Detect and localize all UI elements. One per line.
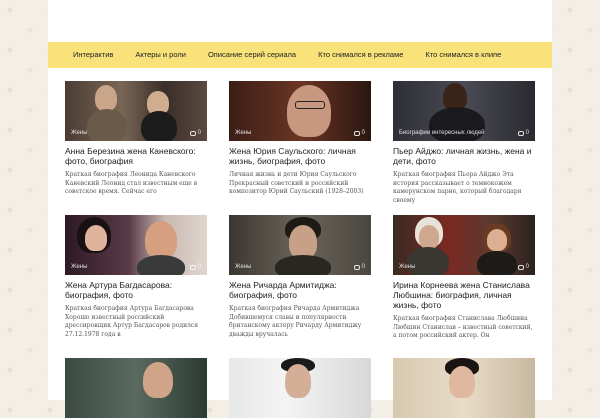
photo-body [137, 255, 185, 275]
photo-face [289, 225, 317, 259]
comment-icon [353, 264, 360, 270]
main-nav: Интерактив Актеры и роли Описание серий … [48, 42, 552, 68]
nav-item-actors-roles[interactable]: Актеры и роли [124, 42, 197, 68]
photo-face [85, 225, 107, 251]
article-card[interactable]: Биографии интересных людей 0 Пьер Айджо:… [393, 81, 535, 205]
photo-face [287, 85, 331, 137]
article-thumbnail[interactable] [393, 358, 535, 418]
comment-icon [353, 130, 360, 136]
photo-body [477, 251, 517, 275]
article-thumbnail[interactable]: Биографии интересных людей 0 [393, 81, 535, 141]
article-title[interactable]: Жена Ричарда Армитиджа: биография, фото [229, 280, 371, 300]
article-thumbnail[interactable]: Жены 0 [65, 81, 207, 141]
article-thumbnail[interactable]: Жены 0 [65, 215, 207, 275]
photo-face [419, 225, 439, 249]
comment-count: 0 [353, 264, 365, 270]
article-thumbnail[interactable] [229, 358, 371, 418]
article-card[interactable] [65, 358, 207, 418]
comment-icon [517, 130, 524, 136]
article-title[interactable]: Анна Березина жена Каневского: фото, био… [65, 146, 207, 166]
comment-count: 0 [189, 264, 201, 270]
category-label[interactable]: Жены [71, 264, 87, 270]
article-thumbnail[interactable]: Жены 0 [229, 81, 371, 141]
article-thumbnail[interactable]: Жены 0 [229, 215, 371, 275]
article-title[interactable]: Жена Артура Багдасарова: биография, фото [65, 280, 207, 300]
article-title[interactable]: Жена Юрия Саульского: личная жизнь, биог… [229, 146, 371, 166]
article-excerpt: Личная жизнь и дети Юрия Саульского Прек… [229, 171, 364, 195]
comment-count: 0 [517, 264, 529, 270]
comment-icon [517, 264, 524, 270]
photo-glasses [295, 101, 325, 109]
comment-count: 0 [517, 130, 529, 136]
article-title[interactable]: Ирина Корнеева жена Станислава Любшина: … [393, 280, 535, 310]
photo-face [285, 364, 311, 398]
photo-face [449, 366, 475, 398]
comment-count: 0 [353, 130, 365, 136]
article-thumbnail[interactable] [65, 358, 207, 418]
photo-face [487, 229, 507, 251]
category-label[interactable]: Биографии интересных людей [399, 130, 485, 136]
article-excerpt: Краткая биография Ричарда Армитиджа Доби… [229, 305, 362, 338]
article-excerpt: Краткая биография Артура Багдасарова Хор… [65, 305, 199, 338]
category-label[interactable]: Жены [235, 264, 251, 270]
photo-body [87, 109, 127, 141]
photo-face [145, 221, 177, 259]
comment-count: 0 [189, 130, 201, 136]
nav-item-episode-descriptions[interactable]: Описание серий сериала [197, 42, 307, 68]
article-card[interactable]: Жены 0 Жена Ричарда Армитиджа: биография… [229, 215, 371, 339]
comment-icon [189, 264, 196, 270]
article-card[interactable]: Жены 0 Жена Артура Багдасарова: биографи… [65, 215, 207, 339]
category-label[interactable]: Жены [235, 130, 251, 136]
photo-body [141, 111, 177, 141]
photo-face [143, 362, 173, 398]
article-excerpt: Краткая биография Пьера Айджо Эта истори… [393, 171, 522, 204]
article-card[interactable] [229, 358, 371, 418]
article-thumbnail[interactable]: Жены 0 [393, 215, 535, 275]
category-label[interactable]: Жены [71, 130, 87, 136]
photo-body [407, 247, 449, 275]
photo-face [95, 85, 117, 111]
article-title[interactable]: Пьер Айджо: личная жизнь, жена и дети, ф… [393, 146, 535, 166]
article-excerpt: Краткая биография Станислава Любшина Люб… [393, 315, 533, 339]
article-card[interactable]: Жены 0 Ирина Корнеева жена Станислава Лю… [393, 215, 535, 341]
nav-item-interactive[interactable]: Интерактив [62, 42, 124, 68]
article-card[interactable]: Жены 0 Анна Березина жена Каневского: фо… [65, 81, 207, 197]
category-label[interactable]: Жены [399, 264, 415, 270]
photo-body [275, 255, 331, 275]
article-excerpt: Краткая биография Леонида Каневского Кан… [65, 171, 198, 195]
nav-item-clip-cast[interactable]: Кто снимался в клипе [414, 42, 512, 68]
article-card[interactable] [393, 358, 535, 418]
article-card[interactable]: Жены 0 Жена Юрия Саульского: личная жизн… [229, 81, 371, 197]
site-header [48, 0, 552, 42]
comment-icon [189, 130, 196, 136]
nav-item-ads-cast[interactable]: Кто снимался в рекламе [307, 42, 414, 68]
